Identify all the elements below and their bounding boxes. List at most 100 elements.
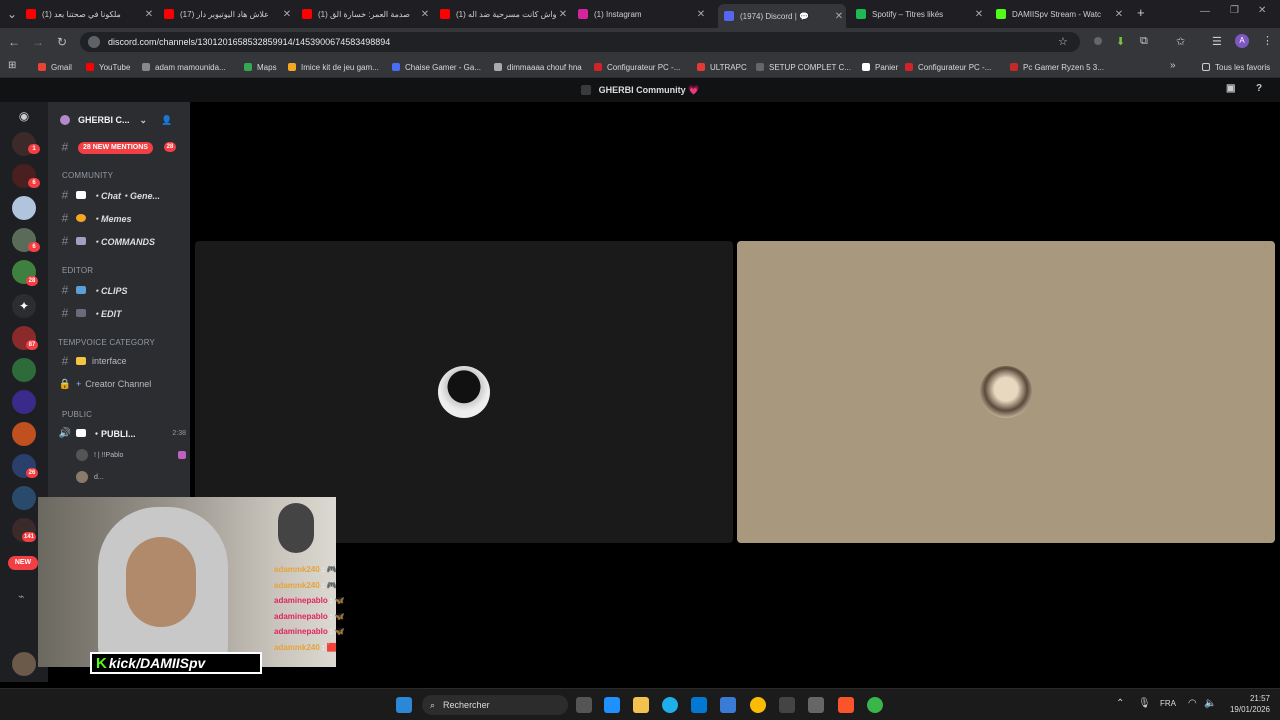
address-bar[interactable]: discord.com/channels/1301201658532859914…: [80, 32, 1080, 52]
volume-icon[interactable]: 🔈: [1204, 698, 1216, 709]
tab-close-icon[interactable]: ✕: [280, 9, 294, 20]
tab-close-icon[interactable]: ✕: [556, 9, 570, 20]
maximize-button[interactable]: ❐: [1230, 5, 1239, 16]
bookmark-item[interactable]: Imice kit de jeu gam...: [288, 61, 379, 73]
app-icon[interactable]: [867, 697, 883, 713]
bookmark-item[interactable]: dimmaaaa chouf hna: [494, 61, 582, 73]
server-icon-6[interactable]: ✦: [12, 294, 36, 318]
star-icon[interactable]: ☆: [1058, 35, 1068, 48]
channel-clips[interactable]: # ・CLIPS: [58, 281, 186, 299]
clock[interactable]: 21:57 19/01/2026: [1226, 693, 1270, 715]
new-tab-button[interactable]: +: [1137, 5, 1145, 20]
bookmark-item[interactable]: Panier: [862, 61, 898, 73]
app-icon[interactable]: [808, 697, 824, 713]
edge-icon[interactable]: [662, 697, 678, 713]
invite-icon[interactable]: 👤: [161, 115, 172, 126]
apps-grid-icon[interactable]: ⊞: [8, 60, 16, 71]
browser-tab[interactable]: (1) صدمة العمر: خسارة الق ✕: [302, 4, 432, 24]
bookmark-item[interactable]: Chaise Gamer - Ga...: [392, 61, 481, 73]
browser-tab[interactable]: (17) علاش هاد اليوتيوبر دار ✕: [164, 4, 294, 24]
back-button[interactable]: ←: [6, 34, 22, 50]
favorites-icon[interactable]: ✩: [1176, 35, 1185, 48]
more-bookmarks-icon[interactable]: »: [1170, 60, 1176, 71]
store-icon[interactable]: [691, 697, 707, 713]
user-avatar[interactable]: [12, 652, 36, 676]
window-close-button[interactable]: ✕: [1258, 5, 1266, 16]
channel-chat-general[interactable]: # ・Chat・Gene...: [58, 186, 186, 204]
voice-user-2[interactable]: d...: [76, 468, 186, 486]
minimize-button[interactable]: —: [1200, 6, 1210, 17]
server-icon-3[interactable]: [12, 196, 36, 220]
bookmark-item[interactable]: Configurateur PC -...: [594, 61, 680, 73]
tab-close-icon[interactable]: ✕: [142, 9, 156, 20]
new-mentions-pill[interactable]: 28 NEW MENTIONS: [78, 142, 153, 154]
taskbar-search[interactable]: ⌕ Rechercher: [422, 695, 568, 715]
browser-tab[interactable]: (1974) Discord | 💬 ✕: [718, 4, 846, 28]
wifi-icon[interactable]: ◠: [1188, 698, 1197, 709]
inbox-icon[interactable]: ▣: [1226, 83, 1235, 94]
download-icon[interactable]: ⬇: [1116, 35, 1125, 48]
app-icon[interactable]: [779, 697, 795, 713]
channel-interface[interactable]: # interface: [58, 352, 186, 370]
reload-button[interactable]: ↻: [54, 34, 70, 50]
extension-icon[interactable]: [1094, 37, 1102, 45]
microphone-icon[interactable]: 🎙: [1138, 698, 1151, 709]
new-badge[interactable]: NEW: [8, 556, 38, 570]
tab-close-icon[interactable]: ✕: [832, 11, 846, 22]
bookmark-item[interactable]: SETUP COMPLET C...: [756, 61, 851, 73]
bookmark-item[interactable]: Pc Gamer Ryzen 5 3...: [1010, 61, 1104, 73]
bookmark-item[interactable]: Gmail: [38, 61, 72, 73]
browser-tab[interactable]: Spotify – Titres likés ✕: [856, 4, 986, 24]
server-icon-9[interactable]: [12, 390, 36, 414]
server-icon-10[interactable]: [12, 422, 36, 446]
browser-tab[interactable]: DAMIISpv Stream - Watc ✕: [996, 4, 1126, 24]
browser-tab[interactable]: (1) واش كانت مسرحية ضد اله ✕: [440, 4, 570, 24]
bookmark-item[interactable]: adam mamounida...: [142, 61, 226, 73]
category-tempvoice[interactable]: TEMPVOICE CATEGORY: [58, 338, 155, 347]
sidebar-icon[interactable]: ☰: [1212, 35, 1222, 48]
brave-icon[interactable]: [838, 697, 854, 713]
category-community[interactable]: COMMUNITY: [62, 171, 113, 180]
discord-home-icon[interactable]: ◉: [12, 104, 36, 128]
help-icon[interactable]: ?: [1256, 83, 1262, 94]
profile-avatar[interactable]: A: [1235, 34, 1249, 48]
bookmark-item[interactable]: YouTube: [86, 61, 130, 73]
bookmark-item[interactable]: ULTRAPC: [697, 61, 747, 73]
all-bookmarks[interactable]: Tous les favoris: [1202, 61, 1270, 73]
voice-user-1[interactable]: ! | !!Pablo: [76, 446, 186, 464]
bookmark-item[interactable]: Maps: [244, 61, 277, 73]
tab-close-icon[interactable]: ✕: [972, 9, 986, 20]
browser-tab[interactable]: (1) ملكونا في صحتنا بعد ✕: [26, 4, 156, 24]
tray-chevron-icon[interactable]: ⌃: [1116, 698, 1124, 709]
server-icon-8[interactable]: [12, 358, 36, 382]
speech-icon: [76, 429, 86, 437]
participant-tile-2[interactable]: [737, 241, 1275, 543]
tab-close-icon[interactable]: ✕: [694, 9, 708, 20]
tab-close-icon[interactable]: ✕: [418, 9, 432, 20]
category-editor[interactable]: EDITOR: [62, 266, 93, 275]
outlook-icon[interactable]: [720, 697, 736, 713]
menu-icon[interactable]: ⋮: [1262, 34, 1273, 47]
windows-start-icon[interactable]: [396, 697, 412, 713]
browser-tab[interactable]: (1) Instagram ✕: [578, 4, 708, 24]
channel-edit[interactable]: # ・EDIT: [58, 304, 186, 322]
copilot-icon[interactable]: [604, 697, 620, 713]
tab-search-icon[interactable]: ⌄: [4, 6, 20, 22]
tab-close-icon[interactable]: ✕: [1112, 9, 1126, 20]
channel-commands[interactable]: # ・COMMANDS: [58, 232, 186, 250]
channel-memes[interactable]: # ・Memes: [58, 209, 186, 227]
file-explorer-icon[interactable]: [633, 697, 649, 713]
channel-creator[interactable]: 🔒 + Creator Channel: [58, 375, 186, 393]
server-badge-2: 6: [28, 178, 40, 188]
site-info-icon[interactable]: [88, 36, 100, 48]
forward-button[interactable]: →: [30, 34, 46, 50]
chrome-icon[interactable]: [750, 697, 766, 713]
task-view-icon[interactable]: [576, 697, 592, 713]
server-header[interactable]: GHERBI C... ⌄ 👤: [48, 110, 190, 130]
extensions-puzzle-icon[interactable]: ⧉: [1140, 35, 1148, 48]
category-public[interactable]: PUBLIC: [62, 410, 92, 419]
language-indicator[interactable]: FRA: [1160, 699, 1176, 708]
channel-public-voice[interactable]: 🔊 ・PUBLI... 2:38: [58, 424, 186, 442]
bookmark-item[interactable]: Configurateur PC -...: [905, 61, 991, 73]
server-icon-12[interactable]: [12, 486, 36, 510]
